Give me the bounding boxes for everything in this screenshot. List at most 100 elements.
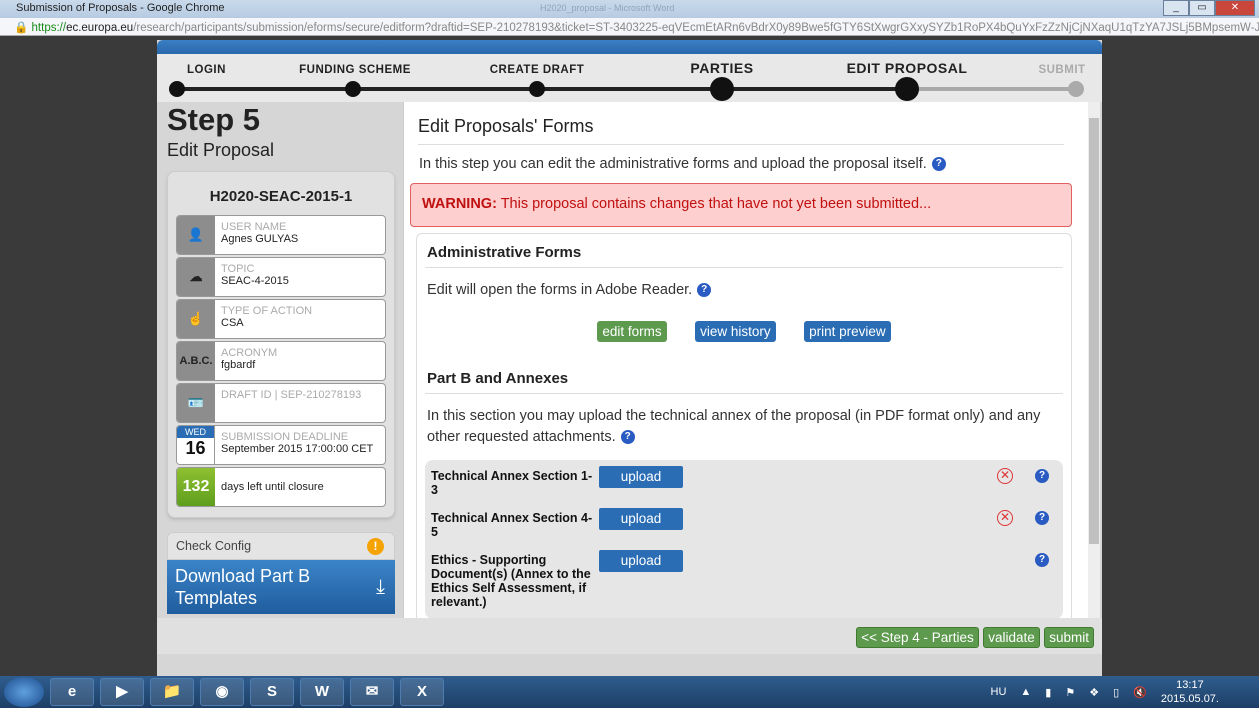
print-preview-button[interactable]: print preview xyxy=(804,321,891,342)
user-icon: 👤 xyxy=(177,216,215,254)
warning-prefix: WARNING: xyxy=(422,196,497,212)
upload-row: Technical Annex Section 4-5 upload ✕? xyxy=(425,508,1063,544)
step-dot-login xyxy=(169,81,185,97)
thunderbird-icon[interactable]: ✉ xyxy=(350,678,394,706)
step-dot-parties xyxy=(710,77,734,101)
chrome-icon[interactable]: ◉ xyxy=(200,678,244,706)
minimize-button[interactable]: _ xyxy=(1163,0,1189,16)
word-icon[interactable]: W xyxy=(300,678,344,706)
draft-label: DRAFT ID xyxy=(221,389,272,401)
step-login: LOGIN xyxy=(187,64,226,76)
sidebar: Step 5 Edit Proposal H2020-SEAC-2015-1 👤… xyxy=(167,102,395,614)
deadline-weekday: WED xyxy=(177,426,214,438)
topic-label: TOPIC xyxy=(221,263,255,275)
network-icon[interactable]: ▮ xyxy=(1045,686,1051,699)
taskbar: e ▶ 📁 ◉ S W ✉ X HU ▲ ▮ ⚑ ❖ ▯ 🔇 13:17 2015… xyxy=(0,676,1259,708)
upload-list: Technical Annex Section 1-3 upload ✕? Tech… xyxy=(425,460,1063,618)
step-edit-proposal: EDIT PROPOSAL xyxy=(846,60,968,76)
explorer-icon[interactable]: 📁 xyxy=(150,678,194,706)
help-icon[interactable]: ? xyxy=(1035,469,1049,483)
delete-icon[interactable]: ✕ xyxy=(997,468,1013,484)
deadline-value: September 2015 17:00:00 CET xyxy=(221,443,374,455)
file-name: Ethics - Supporting Document(s) (Annex t… xyxy=(431,553,591,609)
maximize-button[interactable]: ▭ xyxy=(1189,0,1215,16)
submission-page: LOGIN FUNDING SCHEME CREATE DRAFT PARTIE… xyxy=(157,40,1102,676)
download-part-b-button[interactable]: Download Part B Templates ⤓ xyxy=(167,560,395,614)
download-icon: ⤓ xyxy=(376,576,385,598)
draft-id-value: SEP-210278193 xyxy=(280,389,362,401)
upload-button[interactable]: upload xyxy=(599,508,683,530)
upload-row: Technical Annex Section 1-3 upload ✕? xyxy=(425,466,1063,502)
scrollbar[interactable] xyxy=(1088,102,1100,618)
file-name: Technical Annex Section 4-5 xyxy=(431,511,593,539)
start-button[interactable] xyxy=(4,677,44,707)
view-history-button[interactable]: view history xyxy=(695,321,776,342)
clock[interactable]: 13:17 2015.05.07. xyxy=(1161,678,1219,706)
deadline-day: 16 xyxy=(185,438,206,458)
download-label: Download Part B Templates xyxy=(175,566,311,608)
step-name: Edit Proposal xyxy=(167,140,275,160)
help-icon[interactable]: ? xyxy=(1035,553,1049,567)
url-scheme: https:// xyxy=(31,22,67,34)
step-number: Step 5 xyxy=(167,102,261,137)
wizard-steps: LOGIN FUNDING SCHEME CREATE DRAFT PARTIE… xyxy=(157,54,1102,102)
media-player-icon[interactable]: ▶ xyxy=(100,678,144,706)
check-config[interactable]: Check Config! xyxy=(167,532,395,560)
language-indicator[interactable]: HU xyxy=(991,686,1007,698)
address-bar[interactable]: 🔒 https://ec.europa.eu/research/particip… xyxy=(0,18,1259,36)
upload-row: Ethics - Supporting Document(s) (Annex t… xyxy=(425,550,1063,609)
help-icon[interactable]: ? xyxy=(931,157,946,171)
step-funding-scheme: FUNDING SCHEME xyxy=(299,64,411,76)
check-config-label: Check Config xyxy=(176,539,252,553)
info-draft-id: 🪪 DRAFT ID | SEP-210278193 xyxy=(176,383,386,423)
help-icon[interactable]: ? xyxy=(620,430,635,444)
warning-banner: WARNING: This proposal contains changes … xyxy=(410,183,1072,227)
window-title: Submission of Proposals - Google Chrome xyxy=(16,2,225,14)
ie-icon[interactable]: e xyxy=(50,678,94,706)
page-title: Edit Proposals' Forms xyxy=(418,116,1064,145)
submit-button[interactable]: submit xyxy=(1044,627,1094,648)
edit-forms-button[interactable]: edit forms xyxy=(597,321,667,342)
action-center-flag-icon[interactable]: ⚑ xyxy=(1065,686,1075,699)
progress-line-remaining xyxy=(907,87,1076,91)
step-parties: PARTIES xyxy=(690,60,754,76)
intro-text: In this step you can edit the administra… xyxy=(419,156,927,172)
step-dot-edit-proposal xyxy=(895,77,919,101)
upload-button[interactable]: upload xyxy=(599,466,683,488)
step-dot-funding xyxy=(345,81,361,97)
url-path: /research/participants/submission/eforms… xyxy=(133,22,1259,34)
scrollbar-thumb[interactable] xyxy=(1089,118,1099,544)
close-button[interactable]: ✕ xyxy=(1215,0,1255,16)
forms-panel: Administrative Forms Edit will open the … xyxy=(416,233,1072,618)
admin-forms-text: Edit will open the forms in Adobe Reader… xyxy=(427,282,693,298)
warning-text: This proposal contains changes that have… xyxy=(496,196,932,212)
user-label: USER NAME xyxy=(221,221,287,233)
exclamation-icon: ! xyxy=(367,538,384,555)
validate-button[interactable]: validate xyxy=(983,627,1040,648)
clock-date: 2015.05.07. xyxy=(1160,693,1219,705)
skype-icon[interactable]: S xyxy=(250,678,294,706)
power-icon[interactable]: ▯ xyxy=(1113,686,1119,699)
deadline-label: SUBMISSION DEADLINE xyxy=(221,431,349,443)
days-left-count: 132 xyxy=(177,468,215,506)
show-hidden-icons[interactable]: ▲ xyxy=(1020,686,1031,698)
delete-icon[interactable]: ✕ xyxy=(997,510,1013,526)
proposal-id: H2020-SEAC-2015-1 xyxy=(209,188,353,205)
footer-actions: << Step 4 - Parties validate submit xyxy=(157,618,1102,654)
file-name: Technical Annex Section 1-3 xyxy=(431,469,593,497)
volume-muted-icon[interactable]: 🔇 xyxy=(1133,686,1147,699)
lock-icon: 🔒 xyxy=(14,22,29,34)
touch-hand-icon: ☝ xyxy=(177,300,215,338)
excel-icon[interactable]: X xyxy=(400,678,444,706)
days-left-text: days left until closure xyxy=(221,481,324,493)
calendar-icon: WED 16 xyxy=(177,426,215,464)
help-icon[interactable]: ? xyxy=(1035,511,1049,525)
dropbox-icon[interactable]: ❖ xyxy=(1089,686,1099,699)
info-user: 👤 USER NAME Agnes GULYAS xyxy=(176,215,386,255)
url-host: ec.europa.eu xyxy=(66,22,134,34)
info-days-left: 132 days left until closure xyxy=(176,467,386,507)
help-icon[interactable]: ? xyxy=(697,283,712,297)
id-card-icon: 🪪 xyxy=(177,384,215,422)
back-to-parties-button[interactable]: << Step 4 - Parties xyxy=(856,627,979,648)
upload-button[interactable]: upload xyxy=(599,550,683,572)
